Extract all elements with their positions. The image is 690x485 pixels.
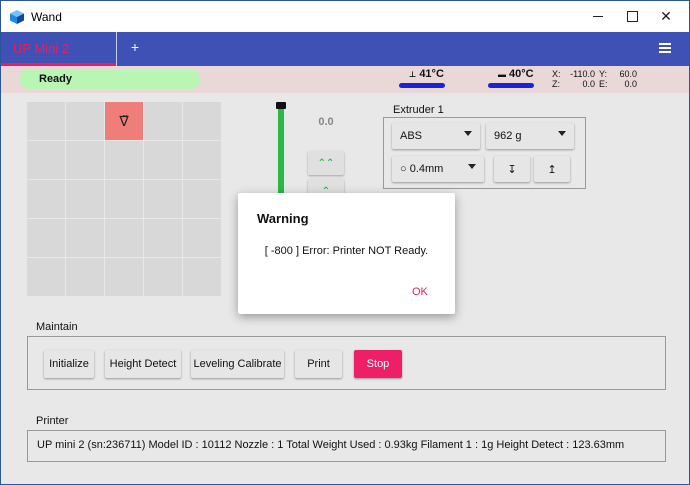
- dialog-message: [ -800 ] Error: Printer NOT Ready.: [264, 245, 429, 257]
- app-window: Wand ✕ UP Mini 2 + Ready ⊥ 41°C ▬ 40°C X: …: [0, 0, 690, 485]
- warning-dialog: Warning [ -800 ] Error: Printer NOT Read…: [238, 193, 455, 314]
- dialog-title: Warning: [257, 211, 309, 226]
- ok-button[interactable]: OK: [412, 286, 428, 298]
- modal-overlay: Warning [ -800 ] Error: Printer NOT Read…: [1, 1, 689, 484]
